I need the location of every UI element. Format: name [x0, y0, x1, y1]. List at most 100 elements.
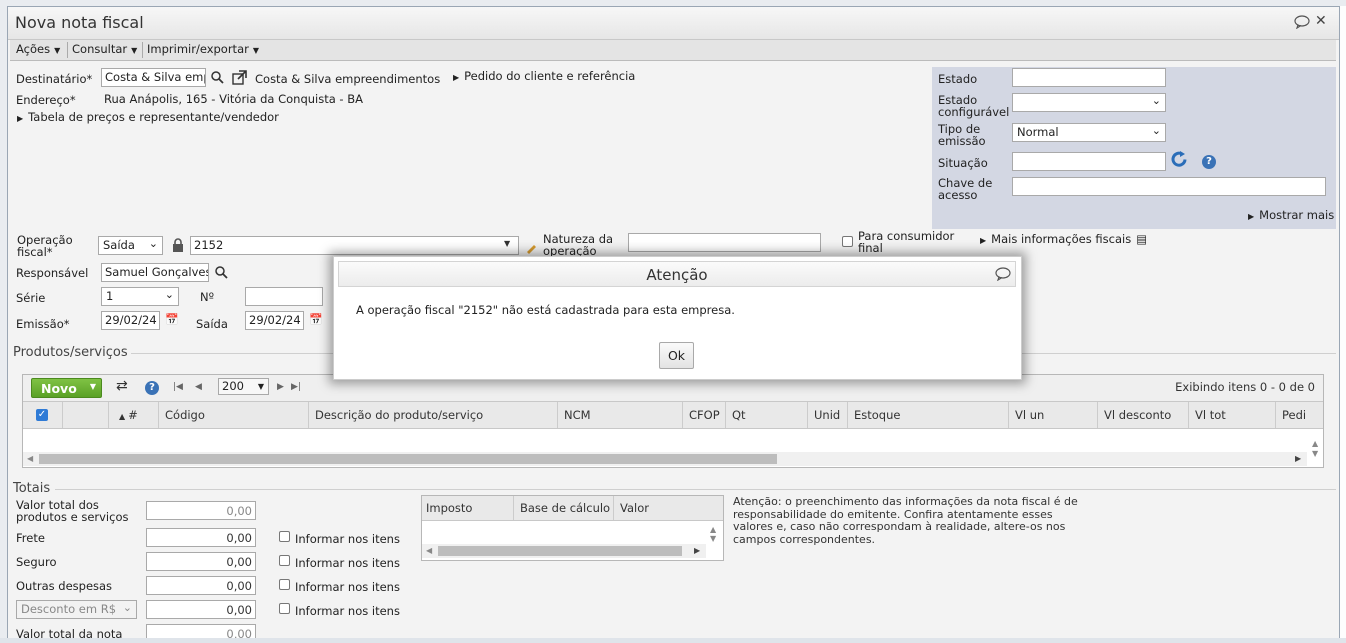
calendar-icon[interactable]: 📅	[309, 313, 323, 326]
emissao-label: Emissão*	[16, 317, 70, 331]
grid-horizontal-scrollbar[interactable]: ◀ ▶	[23, 452, 1307, 466]
page-scrollbar[interactable]	[1340, 6, 1346, 640]
responsavel-input[interactable]: Samuel Gonçalves	[101, 263, 209, 282]
menu-bar: Ações ▼ Consultar ▼ Imprimir/exportar ▼	[10, 40, 1336, 61]
menu-acoes[interactable]: Ações ▼	[16, 42, 60, 56]
dialog-titlebar: Atenção	[338, 261, 1016, 287]
comment-icon[interactable]	[995, 267, 1011, 281]
operacao-tipo-value: Saída	[103, 238, 135, 252]
chevron-down-icon[interactable]: ▼	[504, 239, 510, 248]
scroll-left-icon[interactable]: ◀	[426, 546, 432, 555]
search-icon[interactable]	[215, 266, 228, 279]
first-page-icon[interactable]: |◀	[173, 382, 183, 392]
tipo-emissao-select[interactable]: Normal ⌄	[1012, 123, 1166, 142]
natureza-field[interactable]	[628, 233, 821, 252]
scroll-thumb[interactable]	[39, 454, 777, 464]
column-qt[interactable]: Qt	[725, 402, 807, 428]
responsavel-label: Responsável	[16, 266, 89, 280]
chevron-down-icon: ▼	[252, 46, 259, 55]
operacao-label: Operação fiscal*	[17, 233, 73, 259]
alert-dialog: Atenção A operação fiscal "2152" não est…	[333, 256, 1022, 380]
serie-label: Série	[16, 291, 46, 305]
desconto-select[interactable]: Desconto em R$ ⌄	[16, 600, 137, 619]
consumidor-label: Para consumidor final	[858, 229, 955, 255]
scroll-thumb[interactable]	[438, 546, 682, 556]
outras-informar-checkbox[interactable]	[279, 579, 290, 590]
situacao-field[interactable]	[1012, 152, 1166, 171]
prev-page-icon[interactable]: ◀	[195, 382, 202, 392]
help-icon[interactable]: ?	[1202, 155, 1216, 169]
mostrar-mais-link[interactable]: ▶ Mostrar mais	[1248, 208, 1334, 222]
close-icon[interactable]: ✕	[1315, 13, 1327, 29]
column-estoque[interactable]: Estoque	[847, 402, 1008, 428]
pedido-link[interactable]: ▶ Pedido do cliente e referência	[453, 69, 635, 83]
tabela-link[interactable]: ▶ Tabela de preços e representante/vended…	[17, 110, 279, 124]
calendar-icon[interactable]: 📅	[165, 313, 179, 326]
desconto-informar-checkbox[interactable]	[279, 603, 290, 614]
saida-input[interactable]: 29/02/24	[245, 311, 304, 330]
status-panel: Estado Estado configurável ⌄ Tipo de emi…	[932, 67, 1336, 229]
section-divider	[55, 489, 1336, 490]
serie-select[interactable]: 1 ⌄	[101, 287, 179, 306]
ok-button[interactable]: Ok	[659, 342, 694, 369]
scroll-right-icon[interactable]: ▶	[1295, 454, 1301, 463]
scroll-left-icon[interactable]: ◀	[27, 454, 33, 463]
seguro-informar-label: Informar nos itens	[295, 556, 400, 570]
column-descricao[interactable]: Descrição do produto/serviço	[308, 402, 557, 428]
estado-field[interactable]	[1012, 68, 1166, 87]
emissao-input[interactable]: 29/02/24	[101, 311, 160, 330]
refresh-icon[interactable]	[1171, 151, 1188, 168]
column-unid[interactable]: Unid	[807, 402, 847, 428]
sync-icon[interactable]: ⇄	[116, 378, 128, 394]
seguro-input[interactable]: 0,00	[146, 552, 256, 571]
menu-imprimir[interactable]: Imprimir/exportar ▼	[147, 42, 259, 56]
tax-column-base[interactable]: Base de cálculo	[513, 496, 613, 520]
last-page-icon[interactable]: ▶|	[291, 382, 301, 392]
tax-horizontal-scrollbar[interactable]: ◀ ▶	[422, 544, 706, 558]
next-page-icon[interactable]: ▶	[277, 382, 284, 392]
dialog-title: Atenção	[646, 266, 708, 284]
scroll-up-icon[interactable]: ▲	[1312, 439, 1318, 448]
outras-input[interactable]: 0,00	[146, 576, 256, 595]
numero-field[interactable]	[245, 287, 323, 306]
column-codigo[interactable]: Código	[158, 402, 308, 428]
operacao-tipo-select[interactable]: Saída ⌄	[98, 236, 163, 255]
scroll-up-icon[interactable]: ▲	[710, 525, 716, 534]
frete-informar-checkbox[interactable]	[279, 531, 290, 542]
search-icon[interactable]	[211, 71, 224, 84]
menu-consultar[interactable]: Consultar ▼	[72, 42, 137, 56]
page-size-value: 200	[222, 379, 244, 393]
destinatario-input[interactable]: Costa & Silva empreendimentos	[101, 68, 206, 87]
column-cfop[interactable]: CFOP	[682, 402, 725, 428]
tax-column-valor[interactable]: Valor	[613, 496, 705, 520]
operacao-codigo-input[interactable]: 2152	[190, 236, 519, 255]
scroll-right-icon[interactable]: ▶	[694, 546, 700, 555]
external-link-icon[interactable]	[232, 70, 247, 85]
estado-config-select[interactable]: ⌄	[1012, 93, 1166, 112]
mais-info-link[interactable]: ▶ Mais informações fiscais ▤	[980, 232, 1147, 246]
tax-column-imposto[interactable]: Imposto	[422, 496, 513, 520]
seguro-informar-checkbox[interactable]	[279, 555, 290, 566]
frete-input[interactable]: 0,00	[146, 528, 256, 547]
desconto-input[interactable]: 0,00	[146, 600, 256, 619]
comment-icon[interactable]	[1294, 15, 1310, 29]
column-vl-un[interactable]: Vl un	[1008, 402, 1097, 428]
select-all-checkbox[interactable]: ✓	[36, 409, 48, 421]
column-ncm[interactable]: NCM	[557, 402, 682, 428]
chevron-down-icon: ⌄	[122, 601, 132, 614]
column-vl-tot[interactable]: Vl tot	[1188, 402, 1275, 428]
novo-button[interactable]: Novo ▼	[31, 378, 102, 398]
pencil-icon	[527, 245, 536, 254]
column-pedido[interactable]: Pedi	[1275, 402, 1305, 428]
consumidor-checkbox[interactable]	[842, 236, 853, 247]
column-vl-desconto[interactable]: Vl desconto	[1097, 402, 1188, 428]
items-count: Exibindo itens 0 - 0 de 0	[1175, 380, 1315, 394]
scroll-down-icon[interactable]: ▼	[1312, 449, 1318, 458]
scroll-down-icon[interactable]: ▼	[710, 534, 716, 543]
chave-field[interactable]	[1012, 177, 1326, 196]
page-size-select[interactable]: 200 ▼	[218, 378, 269, 395]
column-numero[interactable]: ▲ #	[108, 402, 158, 428]
menu-separator	[142, 42, 143, 58]
destinatario-link[interactable]: Costa & Silva empreendimentos	[255, 72, 440, 86]
help-icon[interactable]: ?	[145, 381, 159, 395]
